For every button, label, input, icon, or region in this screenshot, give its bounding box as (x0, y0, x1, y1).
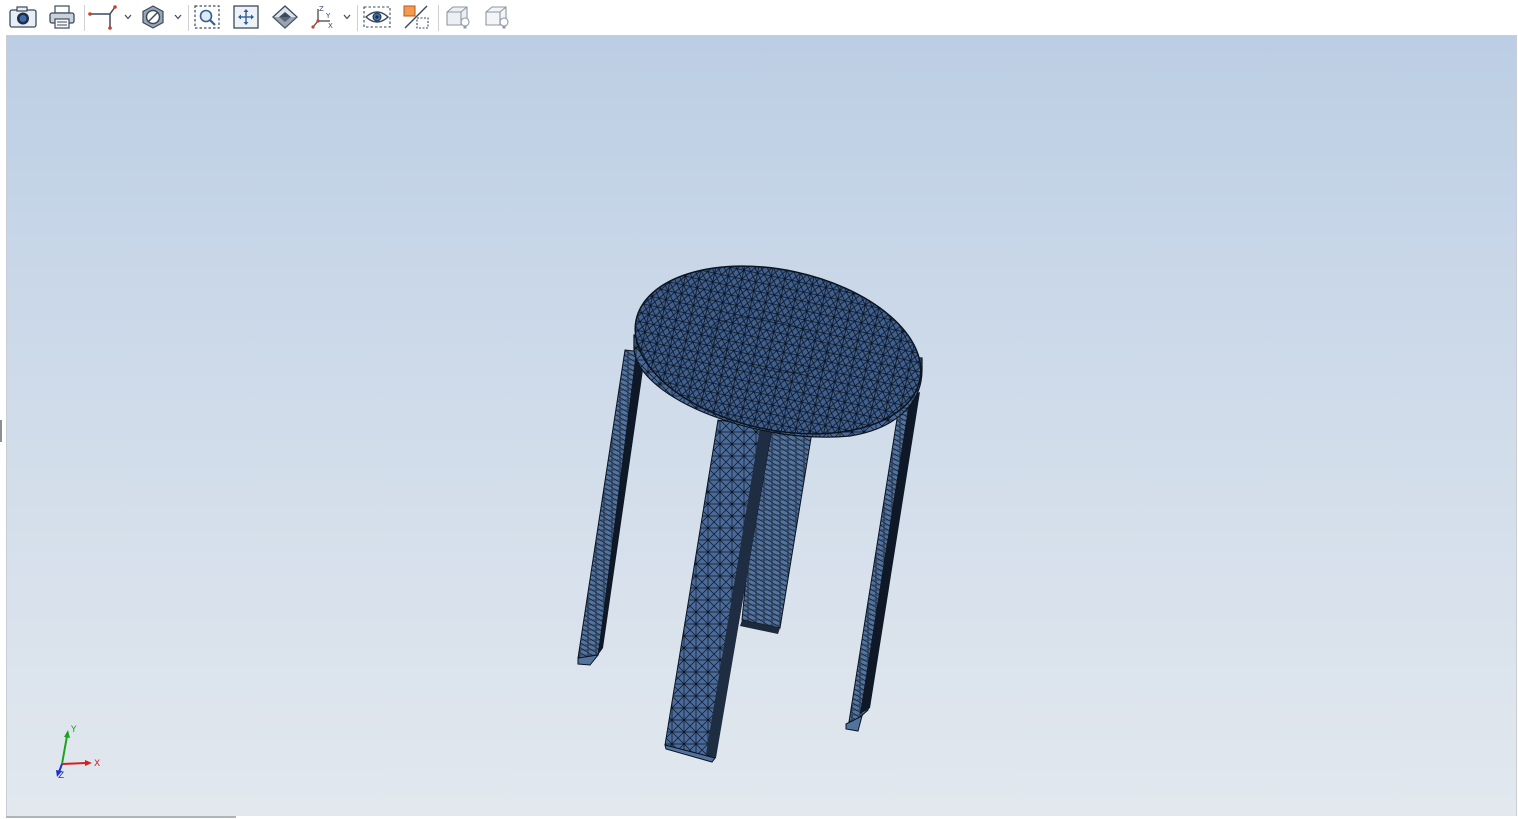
y-axis-label: Y (70, 725, 77, 735)
x-axis-arrow (85, 760, 92, 766)
bottom-tab-indicator[interactable] (6, 816, 236, 818)
y-axis-line (61, 735, 68, 765)
stool-mesh-model[interactable] (0, 0, 1518, 819)
y-axis-arrow (64, 730, 70, 738)
x-axis-label: X (94, 759, 100, 769)
coordinate-triad: X Y Z (56, 725, 100, 781)
stool-seat-top[interactable] (620, 242, 937, 459)
x-axis-line (61, 762, 87, 765)
z-axis-label: Z (58, 771, 64, 781)
